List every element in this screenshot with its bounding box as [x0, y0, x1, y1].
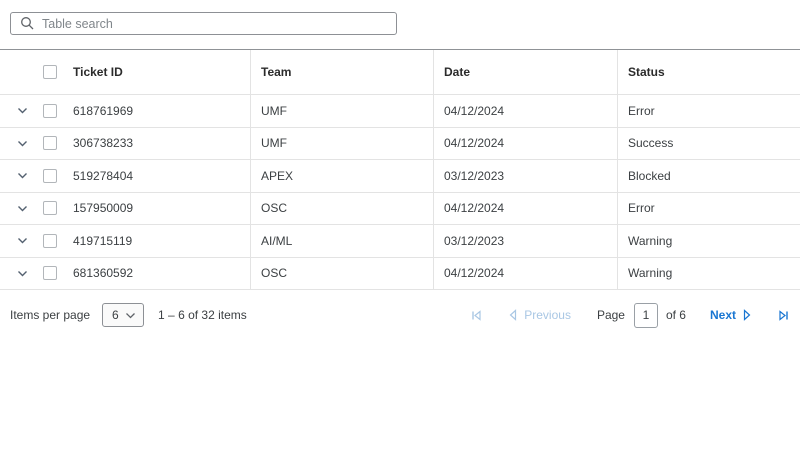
page-of-label: of 6	[665, 308, 686, 322]
status-cell: Error	[617, 95, 800, 127]
status-cell: Warning	[617, 257, 800, 289]
table-row: 519278404 APEX 03/12/2023 Blocked	[0, 160, 800, 193]
chevron-down-icon	[16, 267, 29, 280]
team-cell: AI/ML	[250, 225, 433, 257]
search-input[interactable]	[10, 12, 397, 35]
table-row: 681360592 OSC 04/12/2024 Warning	[0, 257, 800, 290]
table-row: 618761969 UMF 04/12/2024 Error	[0, 95, 800, 128]
column-header-status: Status	[617, 50, 800, 94]
chevron-down-icon	[125, 310, 136, 321]
date-cell: 04/12/2024	[433, 95, 617, 127]
last-page-button[interactable]	[777, 309, 790, 322]
column-header-team: Team	[250, 50, 433, 94]
previous-icon	[507, 309, 519, 321]
ticket-id-cell: 419715119	[73, 233, 133, 248]
search-icon	[20, 16, 34, 30]
row-checkbox[interactable]	[43, 266, 57, 281]
chevron-down-icon	[16, 202, 29, 215]
team-cell: UMF	[250, 95, 433, 127]
first-page-button[interactable]	[470, 309, 483, 322]
status-cell: Error	[617, 192, 800, 224]
row-checkbox[interactable]	[43, 103, 57, 118]
ticket-id-cell: 681360592	[73, 266, 134, 281]
table-row: 306738233 UMF 04/12/2024 Success	[0, 127, 800, 160]
table-search	[10, 12, 397, 35]
previous-page-button[interactable]: Previous	[507, 308, 571, 322]
status-cell: Success	[617, 127, 800, 159]
next-icon	[741, 309, 753, 321]
row-expand-button[interactable]	[10, 234, 43, 247]
date-cell: 04/12/2024	[433, 127, 617, 159]
previous-label: Previous	[524, 308, 571, 322]
status-cell: Warning	[617, 225, 800, 257]
items-per-page-label: Items per page	[10, 308, 91, 322]
items-range-text: 1 – 6 of 32 items	[158, 308, 247, 322]
row-expand-button[interactable]	[10, 267, 43, 280]
table-header-row: Ticket ID Team Date Status	[0, 50, 800, 95]
next-label: Next	[709, 308, 736, 322]
ticket-id-cell: 306738233	[73, 136, 134, 151]
team-cell: OSC	[250, 257, 433, 289]
page-label: Page	[596, 308, 625, 322]
date-cell: 04/12/2024	[433, 257, 617, 289]
row-expand-button[interactable]	[10, 169, 43, 182]
column-header-date: Date	[433, 50, 617, 94]
ticket-id-cell: 157950009	[73, 201, 134, 216]
chevron-down-icon	[16, 104, 29, 117]
next-page-button[interactable]: Next	[710, 308, 753, 322]
date-cell: 04/12/2024	[433, 192, 617, 224]
row-expand-button[interactable]	[10, 137, 43, 150]
row-checkbox[interactable]	[43, 201, 57, 216]
chevron-down-icon	[16, 234, 29, 247]
column-header-ticket-id: Ticket ID	[73, 65, 123, 79]
ticket-id-cell: 519278404	[73, 168, 134, 183]
row-expand-button[interactable]	[10, 104, 43, 117]
select-all-checkbox[interactable]	[43, 65, 57, 79]
chevron-down-icon	[16, 137, 29, 150]
first-page-icon	[470, 309, 483, 322]
team-cell: UMF	[250, 127, 433, 159]
date-cell: 03/12/2023	[433, 225, 617, 257]
team-cell: OSC	[250, 192, 433, 224]
table-row: 157950009 OSC 04/12/2024 Error	[0, 192, 800, 225]
ticket-id-cell: 618761969	[73, 103, 134, 118]
row-checkbox[interactable]	[43, 136, 57, 151]
status-cell: Blocked	[617, 160, 800, 192]
row-checkbox[interactable]	[43, 233, 57, 248]
last-page-icon	[777, 309, 790, 322]
items-per-page-value: 6	[112, 308, 119, 322]
table-row: 419715119 AI/ML 03/12/2023 Warning	[0, 225, 800, 258]
row-checkbox[interactable]	[43, 168, 57, 183]
page-number-input[interactable]	[633, 302, 658, 328]
chevron-down-icon	[16, 169, 29, 182]
date-cell: 03/12/2023	[433, 160, 617, 192]
items-per-page-select[interactable]: 6	[102, 303, 145, 327]
data-table: Ticket ID Team Date Status 618761969 UMF…	[0, 49, 800, 290]
team-cell: APEX	[250, 160, 433, 192]
row-expand-button[interactable]	[10, 202, 43, 215]
pagination-bar: Items per page 6 1 – 6 of 32 items Previ…	[0, 290, 800, 340]
